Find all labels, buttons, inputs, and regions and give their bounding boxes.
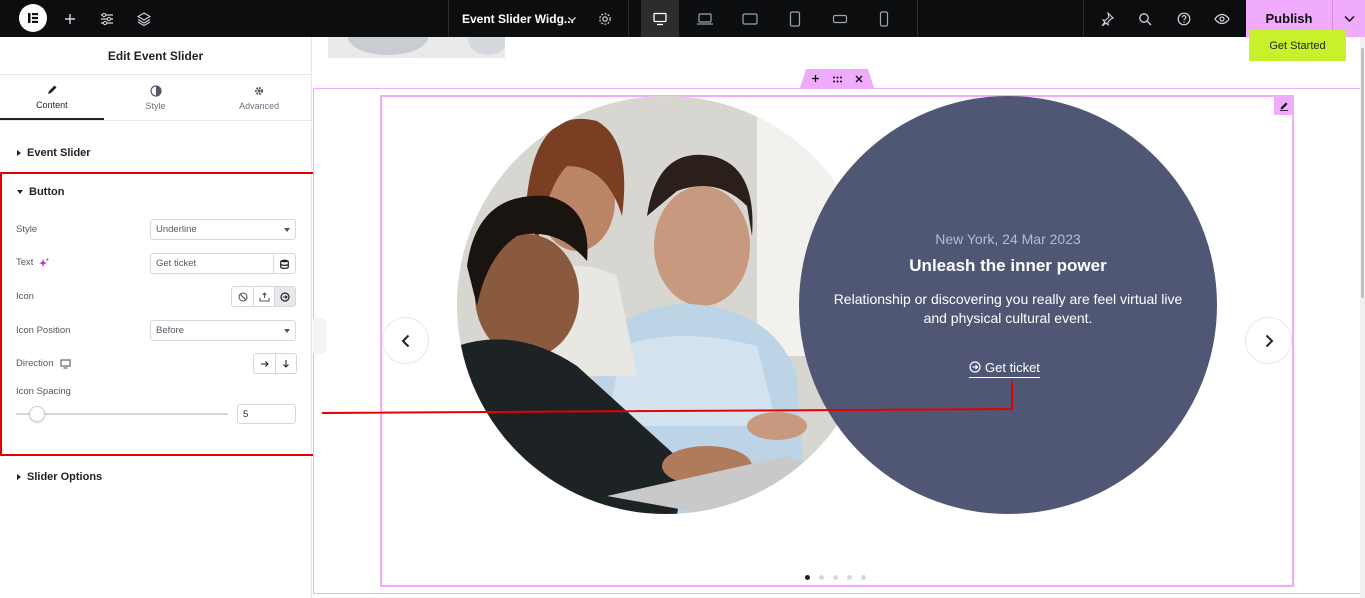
divider	[448, 0, 449, 37]
caret-right-icon	[17, 150, 21, 156]
mobile-landscape-device-icon[interactable]	[821, 0, 859, 37]
search-icon[interactable]	[1133, 0, 1157, 37]
canvas-scrollbar-thumb[interactable]	[1361, 48, 1364, 298]
tablet-landscape-device-icon[interactable]	[731, 0, 769, 37]
get-ticket-label: Get ticket	[985, 359, 1040, 375]
arrow-circle-right-icon	[969, 361, 981, 373]
page-settings-gear-icon[interactable]	[593, 0, 617, 37]
settings-sliders-icon[interactable]	[95, 0, 119, 37]
get-ticket-button[interactable]: Get ticket	[969, 359, 1040, 378]
pencil-icon	[47, 85, 57, 94]
slider-pagination	[805, 575, 866, 580]
divider	[1083, 0, 1084, 37]
add-element-icon[interactable]	[58, 0, 82, 37]
tab-style[interactable]: Style	[104, 75, 208, 120]
section-slider-options[interactable]: Slider Options	[17, 471, 102, 483]
section-event-slider[interactable]: Event Slider	[17, 147, 91, 159]
panel-tabs: Content Style Advanced	[0, 75, 311, 121]
slider-dot[interactable]	[819, 575, 824, 580]
gear-icon	[255, 86, 264, 95]
tab-advanced[interactable]: Advanced	[207, 75, 311, 120]
desktop-device-icon[interactable]	[641, 0, 679, 37]
tablet-portrait-device-icon[interactable]	[776, 0, 814, 37]
slider-next-button[interactable]	[1245, 317, 1292, 364]
delete-section-icon[interactable]	[855, 72, 863, 86]
tab-content[interactable]: Content	[0, 75, 104, 120]
get-started-button[interactable]: Get Started	[1249, 30, 1346, 61]
chevron-right-icon	[1265, 334, 1273, 347]
half-circle-icon	[149, 84, 162, 97]
tab-label: Content	[36, 99, 68, 110]
laptop-device-icon[interactable]	[686, 0, 724, 37]
layers-icon[interactable]	[132, 0, 156, 37]
event-location-date: New York, 24 Mar 2023	[935, 231, 1081, 247]
add-section-icon[interactable]	[811, 72, 820, 86]
help-icon[interactable]	[1172, 0, 1196, 37]
panel-title: Edit Event Slider	[0, 37, 311, 75]
edit-widget-pencil-icon[interactable]	[1274, 96, 1293, 115]
notes-pin-icon[interactable]	[1095, 0, 1119, 37]
document-title[interactable]: Event Slider Widg...	[462, 0, 574, 37]
slider-dot[interactable]	[861, 575, 866, 580]
slider-dot[interactable]	[847, 575, 852, 580]
top-bar: Event Slider Widg... Publish	[0, 0, 1365, 37]
tab-label: Advanced	[239, 100, 280, 111]
slider-prev-button[interactable]	[382, 317, 429, 364]
divider	[628, 0, 629, 37]
section-label: Slider Options	[27, 471, 103, 483]
annotation-highlight-box	[0, 172, 318, 456]
preview-eye-icon[interactable]	[1210, 0, 1234, 37]
slider-dot[interactable]	[833, 575, 838, 580]
slider-dot[interactable]	[805, 575, 810, 580]
divider	[917, 0, 918, 37]
event-description: Relationship or discovering you really a…	[833, 291, 1183, 326]
mobile-portrait-device-icon[interactable]	[865, 0, 903, 37]
tab-label: Style	[145, 100, 166, 111]
placeholder-image[interactable]	[328, 37, 505, 58]
caret-right-icon	[17, 474, 21, 480]
panel-collapse-handle[interactable]	[313, 318, 326, 354]
chevron-left-icon	[401, 334, 409, 347]
section-handle[interactable]	[800, 69, 874, 88]
drag-handle-icon[interactable]	[832, 72, 843, 86]
elementor-logo-icon[interactable]	[19, 4, 47, 32]
chevron-down-icon[interactable]	[565, 0, 579, 37]
event-title: Unleash the inner power	[909, 256, 1107, 275]
section-label: Event Slider	[27, 147, 91, 159]
